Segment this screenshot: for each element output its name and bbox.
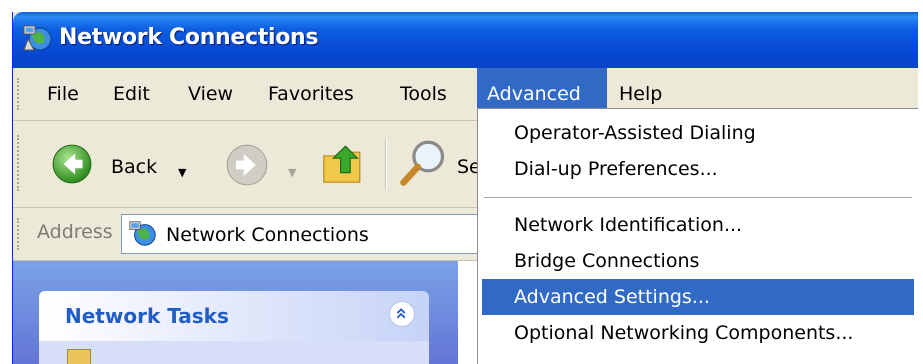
menu-item-advanced-settings[interactable]: Advanced Settings... [482,279,914,315]
up-folder-icon [323,145,361,183]
toolbar-separator [385,139,387,189]
menu-edit[interactable]: Edit [103,68,160,120]
network-tasks-title: Network Tasks [65,304,229,328]
title-bar[interactable]: Network Connections [13,12,918,68]
toolbar-grip[interactable] [17,135,22,191]
menu-view[interactable]: View [178,68,243,120]
network-tasks-body [39,341,429,364]
back-dropdown-icon[interactable]: ▼ [178,166,186,179]
menu-item-bridge-connections[interactable]: Bridge Connections [482,243,914,279]
menu-item-optional-networking-components[interactable]: Optional Networking Components... [482,315,914,351]
up-folder-button[interactable] [319,139,369,189]
menu-tools[interactable]: Tools [390,68,457,120]
network-connections-window: Network Connections File Edit View Favor… [12,12,918,364]
window-title: Network Connections [59,25,319,50]
back-arrow-icon [52,144,92,184]
forward-arrow-icon [226,144,268,186]
address-bar-grip[interactable] [17,218,22,250]
search-magnifier-icon [400,140,445,186]
menu-file[interactable]: File [37,68,89,120]
menu-item-dial-up-preferences[interactable]: Dial-up Preferences... [482,151,914,187]
network-tasks-header[interactable]: Network Tasks [39,291,429,341]
advanced-menu-dropdown: Operator-Assisted Dialing Dial-up Prefer… [477,108,918,364]
task-pane: Network Tasks [13,261,458,364]
network-tasks-panel: Network Tasks [39,291,429,364]
address-label: Address [37,221,113,243]
collapse-chevron-icon[interactable] [389,301,415,327]
address-value: Network Connections [166,224,369,246]
network-connections-icon [23,25,52,51]
forward-dropdown-icon[interactable]: ▼ [288,166,296,179]
menu-item-network-identification[interactable]: Network Identification... [482,207,914,243]
forward-button[interactable] [225,143,271,189]
back-button-label: Back [111,156,158,178]
network-connections-icon [129,221,156,246]
task-item-icon [67,349,91,364]
menu-favorites[interactable]: Favorites [258,68,364,120]
menu-bar-grip[interactable] [17,78,22,110]
menu-separator [484,197,912,198]
menu-item-operator-assisted-dialing[interactable]: Operator-Assisted Dialing [482,115,914,151]
